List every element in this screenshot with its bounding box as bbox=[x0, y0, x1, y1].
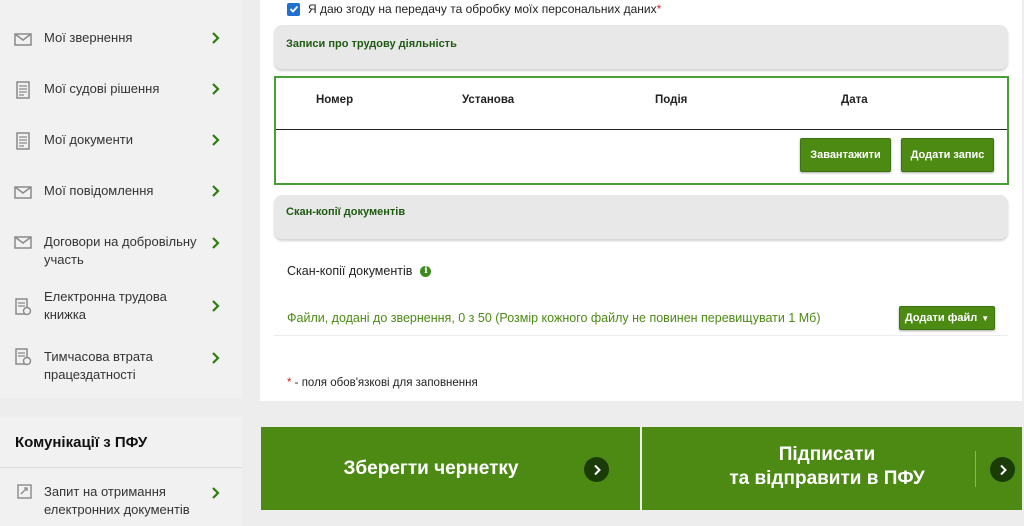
chevron-right-icon bbox=[990, 457, 1015, 482]
sidebar-item-my-requests[interactable]: Мої звернення bbox=[0, 29, 242, 47]
upload-button[interactable]: Завантажити bbox=[800, 138, 891, 172]
consent-checkbox[interactable] bbox=[287, 2, 300, 16]
chevron-right-icon bbox=[211, 134, 221, 146]
scans-section-header[interactable]: Скан-копії документів bbox=[274, 195, 1008, 239]
divider bbox=[274, 335, 1008, 336]
sidebar-item-label: Мої судові рішення bbox=[44, 81, 160, 96]
chevron-right-icon bbox=[211, 237, 221, 249]
column-header-date: Дата bbox=[841, 94, 868, 106]
section-title: Записи про трудову діяльність bbox=[286, 38, 457, 50]
chevron-right-icon bbox=[211, 487, 221, 499]
sidebar-item-label: Електронна трудова книжка bbox=[44, 289, 167, 322]
sidebar-item-employment-record[interactable]: Електронна трудова книжка bbox=[0, 289, 242, 322]
required-fields-note: * - поля обов'язкові для заповнення bbox=[287, 377, 478, 389]
sidebar-item-label: Мої документи bbox=[44, 132, 133, 147]
save-draft-button[interactable]: Зберегти чернетку bbox=[261, 427, 640, 510]
divider bbox=[0, 467, 242, 468]
column-header-institution: Установа bbox=[462, 94, 515, 106]
save-draft-label: Зберегти чернетку bbox=[343, 458, 519, 479]
required-mark: * bbox=[656, 2, 662, 16]
chevron-right-icon bbox=[211, 32, 221, 44]
add-file-dropdown-button[interactable]: Додати файл ▼ bbox=[899, 306, 995, 330]
scans-label: Скан-копії документів bbox=[287, 264, 413, 278]
sidebar-item-my-messages[interactable]: Мої повідомлення bbox=[0, 182, 242, 200]
chevron-right-icon bbox=[211, 352, 221, 364]
caret-down-icon: ▼ bbox=[981, 313, 990, 323]
sidebar-section-title: Комунікації з ПФУ bbox=[15, 434, 148, 451]
sidebar: Мої звернення Мої судові рішення Мої док… bbox=[0, 0, 242, 526]
checkmark-icon bbox=[289, 5, 298, 13]
employment-records-table: Номер Установа Подія Дата bbox=[274, 76, 1009, 185]
sidebar-item-voluntary-contracts[interactable]: Договори на добровільну участь bbox=[0, 233, 242, 269]
stamped-document-icon bbox=[14, 298, 32, 316]
sidebar-item-electronic-documents-request[interactable]: Запит на отримання електронних документі… bbox=[0, 483, 242, 519]
consent-label: Я даю згоду на передачу та обробку моїх … bbox=[308, 2, 661, 16]
divider bbox=[975, 451, 976, 487]
envelope-icon bbox=[14, 30, 32, 46]
sidebar-item-label: Запит на отримання електронних документі… bbox=[44, 484, 190, 517]
sign-and-send-label: Підписати та відправити в ПФУ bbox=[702, 443, 952, 491]
employment-section-header[interactable]: Записи про трудову діяльність bbox=[274, 25, 1008, 69]
sidebar-item-label: Тимчасова втрата працездатності bbox=[44, 349, 153, 382]
sidebar-item-label: Договори на добровільну участь bbox=[44, 234, 197, 267]
sign-label-line1: Підписати bbox=[778, 444, 876, 465]
sidebar-item-court-decisions[interactable]: Мої судові рішення bbox=[0, 80, 242, 99]
info-icon[interactable]: i bbox=[420, 265, 432, 277]
chevron-right-icon bbox=[211, 185, 221, 197]
sign-label-line2: та відправити в ПФУ bbox=[729, 468, 925, 489]
stamped-document-icon bbox=[14, 348, 32, 366]
add-file-label: Додати файл bbox=[904, 312, 978, 324]
section-title: Скан-копії документів bbox=[286, 206, 406, 218]
document-icon bbox=[14, 132, 32, 150]
chevron-right-icon bbox=[584, 457, 609, 482]
column-header-event: Подія bbox=[655, 94, 688, 106]
sidebar-item-label: Мої повідомлення bbox=[44, 183, 154, 198]
chevron-right-icon bbox=[211, 300, 221, 312]
scans-label-row: Скан-копії документів i bbox=[287, 264, 432, 278]
envelope-icon bbox=[14, 233, 32, 249]
consent-text: Я даю згоду на передачу та обробку моїх … bbox=[308, 2, 657, 16]
chevron-right-icon bbox=[211, 83, 221, 95]
document-request-icon bbox=[16, 483, 34, 499]
files-status-text: Файли, додані до звернення, 0 з 50 (Розм… bbox=[287, 311, 821, 325]
sidebar-item-temporary-disability[interactable]: Тимчасова втрата працездатності bbox=[0, 348, 242, 384]
envelope-icon bbox=[14, 183, 32, 199]
table-header-divider bbox=[276, 129, 1007, 130]
required-note-text: - поля обов'язкові для заповнення bbox=[291, 377, 478, 389]
consent-row: Я даю згоду на передачу та обробку моїх … bbox=[287, 2, 661, 16]
sidebar-item-label: Мої звернення bbox=[44, 30, 133, 45]
sign-and-send-button[interactable]: Підписати та відправити в ПФУ bbox=[642, 427, 1022, 510]
document-icon bbox=[14, 81, 32, 99]
add-record-button[interactable]: Додати запис bbox=[901, 138, 994, 172]
sidebar-menu: Мої звернення Мої судові рішення Мої док… bbox=[0, 0, 242, 398]
sidebar-item-my-documents[interactable]: Мої документи bbox=[0, 131, 242, 150]
column-header-number: Номер bbox=[316, 94, 354, 106]
